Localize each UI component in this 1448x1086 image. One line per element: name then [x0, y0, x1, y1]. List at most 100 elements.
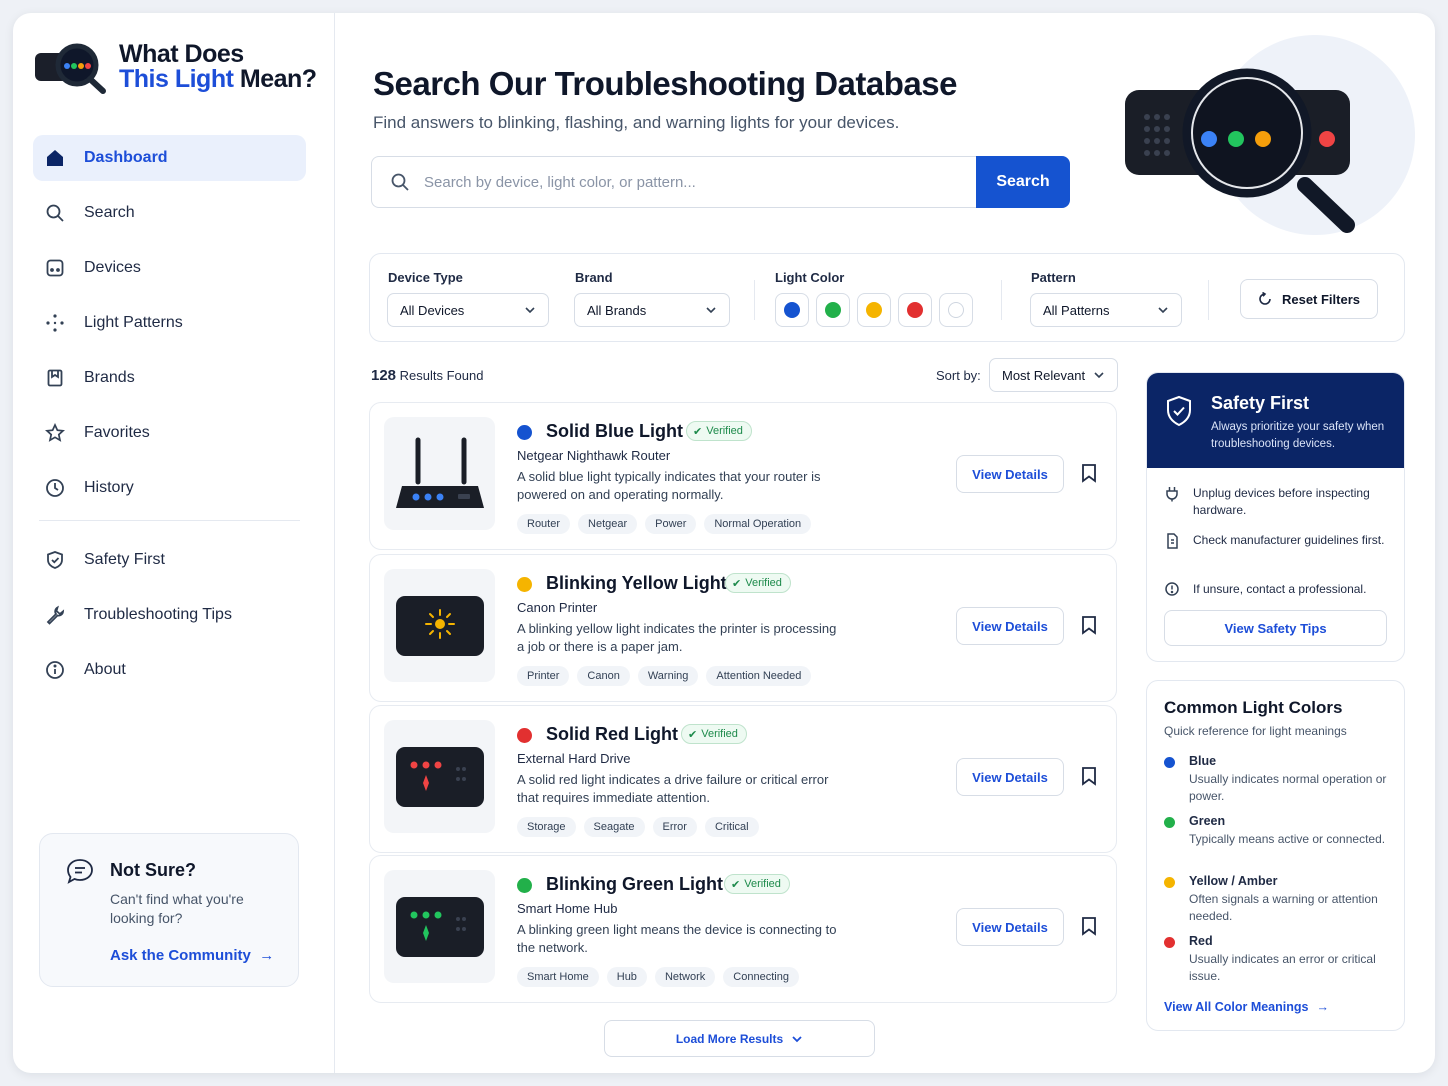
- bookmark-icon: [44, 367, 66, 389]
- tag[interactable]: Netgear: [578, 514, 638, 534]
- light-color-label: Light Color: [775, 270, 845, 285]
- logo-line2-rest: Mean?: [233, 65, 317, 93]
- view-details-button[interactable]: View Details: [956, 607, 1064, 645]
- tag[interactable]: Power: [645, 514, 697, 534]
- swatch-green-dot: [825, 302, 841, 318]
- load-more-label: Load More Results: [675, 1031, 784, 1046]
- tag[interactable]: Connecting: [723, 967, 799, 987]
- verified-label: Verified: [744, 878, 781, 890]
- sidebar-item-brands[interactable]: Brands: [33, 355, 306, 401]
- light-color-dot: [517, 728, 532, 743]
- view-details-button[interactable]: View Details: [956, 908, 1064, 946]
- logo-text: What Does This Light Mean?: [119, 42, 317, 92]
- view-details-button[interactable]: View Details: [956, 455, 1064, 493]
- shield-check-icon: [1165, 395, 1193, 432]
- device-type-select[interactable]: All Devices: [387, 293, 549, 327]
- hard-drive-icon: [395, 746, 484, 807]
- sidebar-item-label: Safety First: [84, 551, 165, 568]
- arrow-right-icon: →: [255, 947, 275, 964]
- app-logo[interactable]: What Does This Light Mean?: [33, 39, 317, 95]
- logo-line2-accent: This Light: [119, 65, 234, 93]
- result-card[interactable]: Solid Blue Light ✔ Verified Netgear Night…: [369, 402, 1117, 550]
- bookmark-icon[interactable]: [1080, 615, 1098, 635]
- result-tags: Printer Canon Warning Attention Needed: [517, 666, 812, 686]
- tag[interactable]: Router: [517, 514, 571, 534]
- safety-tip: If unsure, contact a professional.: [1165, 581, 1395, 598]
- color-meaning: Usually indicates an error or critical i…: [1189, 952, 1376, 983]
- safety-panel: Safety First Always prioritize your safe…: [1146, 372, 1405, 662]
- chevron-down-icon: [1158, 307, 1168, 314]
- tag[interactable]: Warning: [637, 666, 699, 686]
- arrow-right-icon: →: [1316, 1000, 1329, 1014]
- tag[interactable]: Critical: [704, 817, 759, 837]
- ask-community-label: Ask the Community: [110, 947, 251, 964]
- help-card: Not Sure? Can't find what you're looking…: [39, 833, 299, 987]
- chevron-down-icon: [706, 307, 716, 314]
- swatch-blue[interactable]: [775, 293, 809, 327]
- sidebar-item-light-patterns[interactable]: Light Patterns: [33, 300, 306, 346]
- chevron-down-icon: [1094, 372, 1104, 379]
- color-reference-panel: Common Light Colors Quick reference for …: [1146, 680, 1405, 1031]
- tag[interactable]: Storage: [517, 817, 576, 837]
- check-icon: ✔: [732, 577, 742, 590]
- sidebar-item-dashboard[interactable]: Dashboard: [33, 135, 306, 181]
- swatch-red[interactable]: [898, 293, 932, 327]
- verified-label: Verified: [745, 577, 782, 589]
- sidebar-item-about[interactable]: About: [33, 647, 306, 693]
- chat-icon: [66, 858, 94, 889]
- sort-label: Sort by:: [936, 368, 981, 383]
- home-icon: [44, 147, 66, 169]
- safety-tip-text: Check manufacturer guidelines first.: [1193, 533, 1385, 547]
- logo-line1: What Does: [119, 40, 244, 68]
- smart-hub-icon: [395, 896, 484, 957]
- sidebar-item-safety-first[interactable]: Safety First: [33, 537, 306, 583]
- brand-label: Brand: [575, 270, 613, 285]
- pattern-select[interactable]: All Patterns: [1030, 293, 1182, 327]
- reset-filters-button[interactable]: Reset Filters: [1240, 279, 1378, 319]
- tag[interactable]: Smart Home: [517, 967, 599, 987]
- view-all-colors-link[interactable]: View All Color Meanings →: [1164, 1000, 1329, 1014]
- shield-icon: [44, 549, 66, 571]
- sidebar-item-favorites[interactable]: Favorites: [33, 410, 306, 456]
- pattern-icon: [44, 312, 66, 334]
- sidebar-item-history[interactable]: History: [33, 465, 306, 511]
- search-button[interactable]: Search: [976, 156, 1070, 208]
- search-input[interactable]: [424, 173, 944, 191]
- results-count-label: Results Found: [399, 368, 484, 383]
- bookmark-icon[interactable]: [1080, 463, 1098, 483]
- printer-thumbnail: [384, 569, 495, 682]
- sidebar-nav: Dashboard Search Devices Light Patterns …: [33, 135, 306, 702]
- tag[interactable]: Normal Operation: [704, 514, 812, 534]
- logo-line2: This Light Mean?: [119, 67, 317, 92]
- ask-community-link[interactable]: Ask the Community →: [110, 947, 274, 964]
- brand-select[interactable]: All Brands: [574, 293, 730, 327]
- result-title: Blinking Yellow Light: [546, 573, 727, 593]
- bookmark-icon[interactable]: [1080, 766, 1098, 786]
- load-more-button[interactable]: Load More Results: [604, 1020, 875, 1057]
- safety-tip: Check manufacturer guidelines first.: [1165, 532, 1395, 549]
- swatch-yellow[interactable]: [857, 293, 891, 327]
- sidebar-item-search[interactable]: Search: [33, 190, 306, 236]
- sort-select[interactable]: Most Relevant: [989, 358, 1118, 392]
- pattern-label: Pattern: [1031, 270, 1076, 285]
- help-description: Can't find what you're looking for?: [110, 891, 244, 926]
- page-subtitle: Find answers to blinking, flashing, and …: [373, 113, 900, 132]
- light-color-swatches: [775, 293, 973, 327]
- tag[interactable]: Error: [652, 817, 697, 837]
- tag[interactable]: Canon: [577, 666, 630, 686]
- sidebar-item-devices[interactable]: Devices: [33, 245, 306, 291]
- swatch-white[interactable]: [939, 293, 973, 327]
- result-card[interactable]: Blinking Green Light ✔ Verified Smart Hom…: [369, 855, 1117, 1003]
- view-details-button[interactable]: View Details: [956, 758, 1064, 796]
- sidebar-item-troubleshooting-tips[interactable]: Troubleshooting Tips: [33, 592, 306, 638]
- tag[interactable]: Hub: [606, 967, 647, 987]
- swatch-green[interactable]: [816, 293, 850, 327]
- bookmark-icon[interactable]: [1080, 916, 1098, 936]
- tag[interactable]: Seagate: [583, 817, 645, 837]
- tag[interactable]: Network: [654, 967, 716, 987]
- result-card[interactable]: Blinking Yellow Light ✔ Verified Canon Pr…: [369, 554, 1117, 702]
- result-card[interactable]: Solid Red Light ✔ Verified External Hard …: [369, 705, 1117, 853]
- view-safety-tips-button[interactable]: View Safety Tips: [1164, 610, 1387, 646]
- tag[interactable]: Printer: [517, 666, 570, 686]
- tag[interactable]: Attention Needed: [706, 666, 812, 686]
